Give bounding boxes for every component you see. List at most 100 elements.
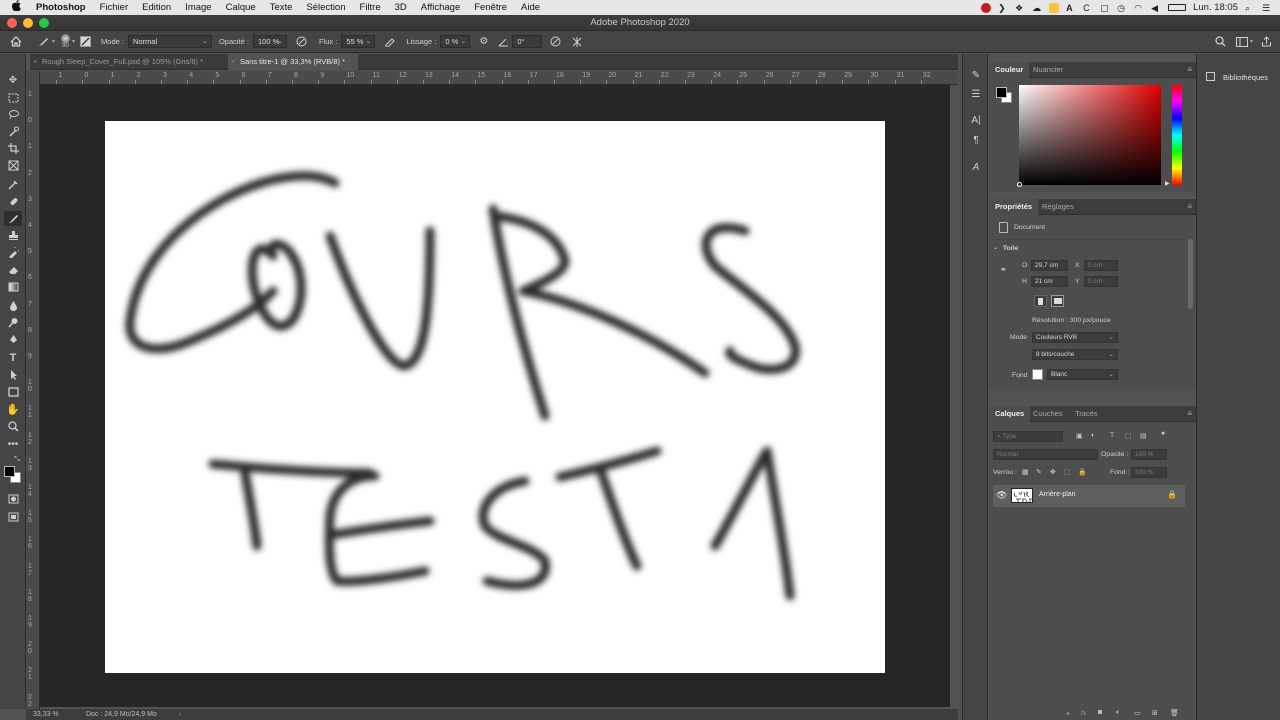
- lock-position-icon[interactable]: ✥: [1050, 468, 1056, 476]
- gear-icon[interactable]: ⚙: [479, 36, 488, 47]
- a-app-icon[interactable]: A: [1066, 3, 1076, 13]
- menu-affichage[interactable]: Affichage: [414, 0, 467, 15]
- more-tools-icon[interactable]: •••: [4, 437, 22, 452]
- pressure-size-icon[interactable]: [550, 36, 561, 47]
- x-field[interactable]: 0 cm: [1084, 260, 1118, 271]
- eyedropper-tool-icon[interactable]: [4, 177, 22, 192]
- width-field[interactable]: 29,7 cm: [1031, 260, 1068, 271]
- spotlight-icon[interactable]: ⌕: [1245, 3, 1255, 13]
- new-layer-icon[interactable]: ⊞: [1152, 709, 1158, 717]
- time-machine-icon[interactable]: ◷: [1117, 3, 1127, 13]
- status-menu-icon[interactable]: ›: [179, 709, 181, 720]
- gradient-tool-icon[interactable]: [4, 279, 22, 294]
- symmetry-icon[interactable]: [571, 36, 583, 48]
- link-icon[interactable]: ⚭: [1000, 265, 1007, 274]
- angle-field[interactable]: 0°: [512, 35, 543, 48]
- adjustment-layer-icon[interactable]: ◐: [1116, 709, 1120, 716]
- cloud-sync-icon[interactable]: ☁: [1032, 3, 1042, 13]
- pen-tool-icon[interactable]: [4, 332, 22, 347]
- chevron-down-icon[interactable]: ▾: [1250, 38, 1253, 45]
- mode-select[interactable]: Normal ⌄: [127, 35, 212, 48]
- brush-tool-icon[interactable]: [4, 211, 22, 226]
- menu-edition[interactable]: Edition: [135, 0, 178, 15]
- tab-sans-titre[interactable]: × Sans titre-1 @ 33,3% (RVB/8) *: [228, 54, 358, 70]
- battery-icon[interactable]: [1168, 4, 1187, 11]
- adjustments-sliders-icon[interactable]: ☰: [969, 88, 983, 102]
- history-brush-tool-icon[interactable]: [4, 245, 22, 260]
- tab-couches[interactable]: Couches: [1027, 406, 1069, 422]
- move-tool-icon[interactable]: ✥: [4, 73, 22, 88]
- menu-texte[interactable]: Texte: [263, 0, 300, 15]
- app-menu[interactable]: Photoshop: [29, 0, 93, 15]
- lock-pixels-icon[interactable]: ✎: [1036, 468, 1042, 476]
- type-tool-icon[interactable]: T: [4, 350, 22, 365]
- paragraph-panel-icon[interactable]: ¶: [969, 134, 983, 148]
- zoom-level[interactable]: 33,33 %: [33, 709, 59, 720]
- tab-traces[interactable]: Tracés: [1069, 406, 1104, 422]
- lock-all-icon[interactable]: 🔒: [1078, 468, 1086, 476]
- panel-menu-icon[interactable]: ≡: [1187, 65, 1192, 74]
- fill-field[interactable]: 100 %: [1131, 467, 1167, 478]
- creative-cloud-icon[interactable]: [981, 2, 992, 13]
- frame-tool-icon[interactable]: [4, 158, 22, 173]
- menubar-clock[interactable]: Lun. 18:05: [1193, 2, 1238, 13]
- document-canvas[interactable]: [105, 121, 885, 673]
- height-field[interactable]: 21 cm: [1031, 276, 1068, 287]
- dropbox-box-icon[interactable]: ▢: [1100, 3, 1110, 13]
- tab-nuancier[interactable]: Nuancier: [1027, 62, 1069, 78]
- link-layers-icon[interactable]: ⚭: [1065, 710, 1071, 718]
- filter-smart-object-icon[interactable]: ▤: [1140, 432, 1146, 440]
- flux-field[interactable]: 55 % ⌄: [341, 35, 376, 48]
- screen-mode-icon[interactable]: [4, 509, 22, 524]
- filter-shape-icon[interactable]: ⬚: [1125, 432, 1131, 440]
- menu-aide[interactable]: Aide: [514, 0, 547, 15]
- dodge-tool-icon[interactable]: [4, 315, 22, 330]
- quick-selection-tool-icon[interactable]: [4, 124, 22, 139]
- angle-icon[interactable]: [498, 37, 509, 47]
- libraries-icon[interactable]: [1206, 72, 1215, 81]
- search-icon[interactable]: [1215, 36, 1226, 47]
- tab-calques[interactable]: Calques: [989, 406, 1031, 422]
- smoothing-field[interactable]: 0 % ⌄: [440, 35, 471, 48]
- hue-slider[interactable]: [1172, 85, 1182, 185]
- color-picker-field[interactable]: [1017, 85, 1161, 187]
- tab-reglages[interactable]: Réglages: [1036, 199, 1080, 215]
- menu-3d[interactable]: 3D: [388, 0, 414, 15]
- airbrush-icon[interactable]: [384, 36, 396, 47]
- landscape-orientation-button[interactable]: [1051, 295, 1064, 307]
- workspace-icon[interactable]: [1235, 36, 1248, 47]
- properties-scrollbar[interactable]: [1188, 239, 1193, 309]
- tab-rough-sleep[interactable]: × Rough Sleep_Cover_Full.psd @ 105% (Gri…: [30, 54, 226, 70]
- lock-transparency-icon[interactable]: ▦: [1022, 468, 1028, 476]
- layer-row[interactable]: 👁 Arrière-plan 🔒: [993, 485, 1185, 507]
- opacity-field[interactable]: 100 % ⌄: [252, 35, 287, 48]
- close-icon[interactable]: ×: [33, 54, 37, 70]
- menu-fenetre[interactable]: Fenêtre: [467, 0, 514, 15]
- toile-chevron-icon[interactable]: ⌄: [993, 244, 998, 251]
- layer-opacity-field[interactable]: 100 %: [1131, 449, 1167, 460]
- menu-calque[interactable]: Calque: [219, 0, 263, 15]
- layer-filter-select[interactable]: ⌕ Type: [993, 431, 1063, 442]
- chevron-down-icon[interactable]: ▾: [72, 38, 75, 45]
- dropbox-icon[interactable]: ❖: [1015, 3, 1025, 13]
- panel-menu-icon[interactable]: ≡: [1187, 202, 1192, 211]
- menu-selection[interactable]: Sélection: [299, 0, 352, 15]
- bit-depth-select[interactable]: 8 bits/couche ⌄: [1032, 349, 1118, 360]
- rectangle-tool-icon[interactable]: [4, 384, 22, 399]
- panel-menu-icon[interactable]: ≡: [1187, 409, 1192, 418]
- wifi-icon[interactable]: ◠: [1134, 3, 1144, 13]
- crop-tool-icon[interactable]: [4, 141, 22, 156]
- color-mode-select[interactable]: Couleurs RVB ⌄: [1032, 332, 1118, 343]
- eraser-tool-icon[interactable]: [4, 262, 22, 277]
- menu-filtre[interactable]: Filtre: [353, 0, 388, 15]
- apple-menu-icon[interactable]: [0, 0, 29, 16]
- lock-artboard-icon[interactable]: ⬚: [1064, 468, 1070, 476]
- color-foreground-swatch[interactable]: [996, 87, 1007, 98]
- blur-tool-icon[interactable]: [4, 298, 22, 313]
- s-app-icon[interactable]: [1049, 2, 1060, 13]
- libraries-label[interactable]: Bibliothèques: [1223, 73, 1268, 82]
- brush-tool-preset-icon[interactable]: [36, 36, 50, 48]
- layer-name[interactable]: Arrière-plan: [1039, 491, 1076, 498]
- blend-mode-select[interactable]: Normal: [993, 449, 1098, 460]
- c-app-icon[interactable]: C: [1083, 3, 1093, 13]
